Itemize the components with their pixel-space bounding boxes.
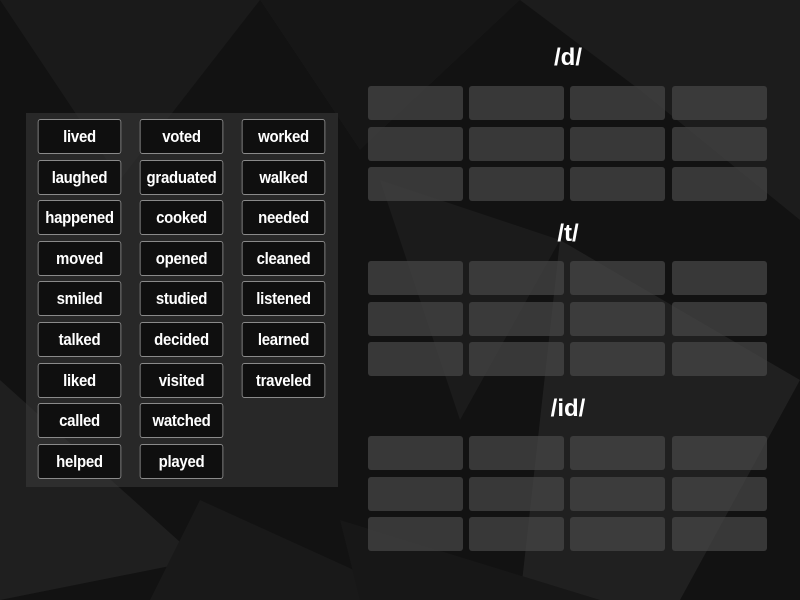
drop-slot[interactable]	[570, 517, 665, 551]
word-tile[interactable]: decided	[139, 322, 224, 357]
drop-slot[interactable]	[469, 167, 564, 201]
drop-slot[interactable]	[368, 301, 463, 336]
drop-slot[interactable]	[672, 517, 767, 551]
drop-slot[interactable]	[570, 126, 665, 161]
drop-slot[interactable]	[368, 517, 463, 551]
drop-slot[interactable]	[469, 301, 564, 336]
word-tile[interactable]: liked	[37, 363, 122, 398]
drop-slot[interactable]	[570, 436, 665, 470]
drop-slot[interactable]	[469, 261, 564, 295]
group-title: /d/	[554, 44, 582, 71]
word-tile[interactable]: studied	[139, 281, 224, 316]
drop-slot[interactable]	[469, 86, 564, 120]
word-tile[interactable]: visited	[139, 363, 224, 398]
word-tile[interactable]: happened	[37, 200, 122, 235]
word-tile[interactable]: laughed	[37, 160, 122, 195]
word-tile[interactable]: cooked	[139, 200, 224, 235]
word-tile[interactable]: opened	[139, 241, 224, 276]
drop-slot[interactable]	[469, 476, 564, 511]
drop-slot[interactable]	[368, 167, 463, 201]
drop-slot[interactable]	[469, 126, 564, 161]
word-tile[interactable]: traveled	[241, 363, 326, 398]
word-tile[interactable]: voted	[139, 119, 224, 154]
drop-slot[interactable]	[570, 476, 665, 511]
word-tile[interactable]: walked	[241, 160, 326, 195]
word-tile[interactable]: listened	[241, 281, 326, 316]
drop-slot[interactable]	[469, 517, 564, 551]
drop-slot[interactable]	[570, 86, 665, 120]
word-tile[interactable]: graduated	[139, 160, 224, 195]
drop-slot[interactable]	[368, 436, 463, 470]
drop-slot[interactable]	[672, 126, 767, 161]
drop-slot[interactable]	[570, 261, 665, 295]
drop-slot[interactable]	[672, 167, 767, 201]
word-tile[interactable]: moved	[37, 241, 122, 276]
drop-slot[interactable]	[570, 167, 665, 201]
word-tile[interactable]: smiled	[37, 281, 122, 316]
group-title: /t/	[557, 220, 579, 247]
drop-slot[interactable]	[368, 126, 463, 161]
drop-slot[interactable]	[570, 301, 665, 336]
word-tile[interactable]: played	[139, 444, 224, 479]
drop-slot[interactable]	[672, 86, 767, 120]
group-title: /id/	[550, 395, 586, 422]
drop-slot[interactable]	[570, 342, 665, 376]
word-tile[interactable]: helped	[37, 444, 122, 479]
drop-slot[interactable]	[368, 342, 463, 376]
word-tile[interactable]: worked	[241, 119, 326, 154]
word-tile[interactable]: cleaned	[241, 241, 326, 276]
word-tile[interactable]: talked	[37, 322, 122, 357]
drop-slot[interactable]	[672, 476, 767, 511]
drop-slot[interactable]	[368, 476, 463, 511]
word-tile[interactable]: lived	[37, 119, 122, 154]
word-tile[interactable]: called	[37, 403, 122, 438]
drop-slot[interactable]	[672, 436, 767, 470]
drop-slot[interactable]	[672, 342, 767, 376]
drop-slot[interactable]	[368, 261, 463, 295]
drop-slot[interactable]	[672, 261, 767, 295]
drop-slot[interactable]	[368, 86, 463, 120]
word-tile[interactable]: watched	[139, 403, 224, 438]
word-tile[interactable]: needed	[241, 200, 326, 235]
drop-slot[interactable]	[672, 301, 767, 336]
drop-slot[interactable]	[469, 436, 564, 470]
drop-slot[interactable]	[469, 342, 564, 376]
word-tile[interactable]: learned	[241, 322, 326, 357]
